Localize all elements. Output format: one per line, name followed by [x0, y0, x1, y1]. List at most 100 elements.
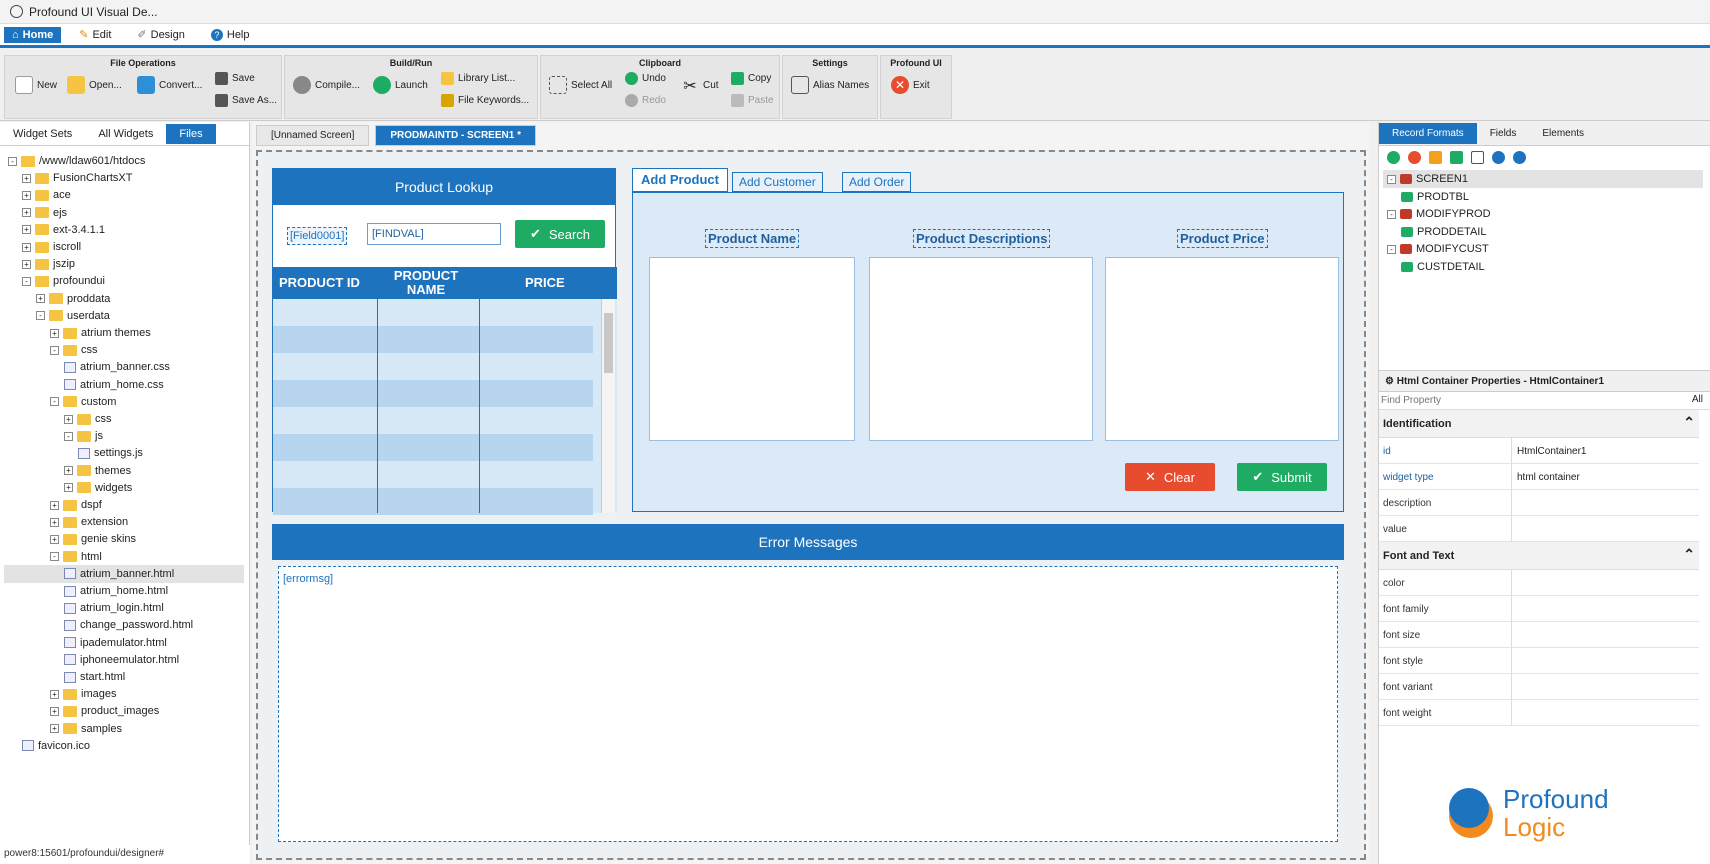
tab-record-formats[interactable]: Record Formats: [1379, 123, 1477, 144]
tree-file[interactable]: atrium_banner.css: [64, 358, 170, 376]
section-font-and-text[interactable]: Font and Text ⌃: [1379, 542, 1699, 570]
tree-folder[interactable]: + themes: [64, 462, 131, 480]
menu-design[interactable]: ✐ Design: [129, 26, 192, 43]
exit-button[interactable]: ✕ Exit: [891, 76, 930, 94]
move-up-icon[interactable]: [1492, 150, 1505, 164]
tree-folder[interactable]: + widgets: [64, 479, 132, 497]
tree-folder[interactable]: + images: [50, 685, 116, 703]
expand-icon[interactable]: +: [50, 328, 59, 338]
save-as-button[interactable]: Save As...: [215, 94, 277, 107]
record-format-item[interactable]: - SCREEN1: [1383, 170, 1703, 188]
convert-button[interactable]: Convert...: [137, 76, 202, 94]
checkbox-icon[interactable]: [1471, 150, 1484, 164]
undo-button[interactable]: Undo: [625, 72, 666, 85]
tree-folder[interactable]: + proddata: [36, 290, 110, 308]
record-field-item[interactable]: PRODDETAIL: [1401, 223, 1486, 241]
field-label[interactable]: [Field0001]: [287, 227, 348, 245]
tab-add-product[interactable]: Add Product: [632, 168, 728, 192]
tab-all-widgets[interactable]: All Widgets: [85, 124, 166, 144]
tab-elements[interactable]: Elements: [1529, 123, 1597, 144]
save-button[interactable]: Save: [215, 72, 255, 85]
property-row[interactable]: value: [1379, 516, 1699, 542]
collapse-icon[interactable]: -: [50, 345, 59, 355]
tree-folder[interactable]: + dspf: [50, 496, 102, 514]
table-row[interactable]: [273, 407, 593, 434]
product-grid[interactable]: PRODUCT ID PRODUCT NAME PRICE: [273, 267, 617, 515]
tree-folder[interactable]: + ace: [22, 186, 71, 204]
table-row[interactable]: [273, 353, 593, 380]
expand-icon[interactable]: +: [64, 483, 73, 493]
expand-icon[interactable]: +: [50, 534, 59, 544]
html-container[interactable]: [errormsg]: [278, 566, 1338, 842]
file-keywords-button[interactable]: File Keywords...: [441, 94, 529, 107]
menu-home[interactable]: ⌂ Home: [4, 26, 62, 43]
tab-fields[interactable]: Fields: [1477, 123, 1530, 144]
expand-icon[interactable]: +: [50, 500, 59, 510]
expand-icon[interactable]: +: [50, 517, 59, 527]
table-row[interactable]: [273, 326, 593, 353]
expand-icon[interactable]: +: [22, 242, 31, 252]
table-row[interactable]: [273, 488, 593, 515]
product-description-input[interactable]: [869, 257, 1093, 441]
table-row[interactable]: [273, 299, 593, 326]
tab-widget-sets[interactable]: Widget Sets: [0, 124, 85, 144]
table-row[interactable]: [273, 461, 593, 488]
compile-button[interactable]: Compile...: [293, 76, 360, 94]
property-value[interactable]: HtmlContainer1: [1517, 446, 1586, 457]
tree-folder[interactable]: - profoundui: [22, 272, 105, 290]
expand-icon[interactable]: +: [36, 294, 45, 304]
tree-folder[interactable]: - html: [50, 548, 102, 566]
expand-icon[interactable]: +: [50, 706, 59, 716]
tree-folder[interactable]: - css: [50, 341, 98, 359]
record-field-item[interactable]: CUSTDETAIL: [1401, 258, 1485, 276]
open-button[interactable]: Open...: [67, 76, 122, 94]
tab-add-customer[interactable]: Add Customer: [732, 172, 823, 192]
record-format-item[interactable]: - MODIFYPROD: [1387, 205, 1491, 223]
collapse-icon[interactable]: -: [50, 397, 59, 407]
grid-scrollbar[interactable]: [601, 299, 615, 513]
record-field-item[interactable]: PRODTBL: [1401, 188, 1469, 206]
expand-icon[interactable]: +: [64, 414, 73, 424]
product-price-input[interactable]: [1105, 257, 1339, 441]
tree-file[interactable]: favicon.ico: [22, 737, 90, 755]
tree-folder[interactable]: - js: [64, 427, 103, 445]
find-property-input[interactable]: [1381, 393, 1671, 408]
remove-icon[interactable]: [1408, 150, 1421, 164]
tree-folder[interactable]: + css: [64, 410, 112, 428]
property-row[interactable]: font style: [1379, 648, 1699, 674]
collapse-icon[interactable]: -: [22, 276, 31, 286]
tree-file[interactable]: ipademulator.html: [64, 634, 167, 652]
tree-folder[interactable]: + atrium themes: [50, 324, 151, 342]
property-row[interactable]: font variant: [1379, 674, 1699, 700]
property-row[interactable]: font weight: [1379, 700, 1699, 726]
menu-edit[interactable]: ✎ Edit: [71, 26, 119, 43]
tab-panel[interactable]: Add Product Add Customer Add Order Produ…: [632, 168, 1344, 512]
product-name-input[interactable]: [649, 257, 855, 441]
all-button[interactable]: All: [1692, 394, 1703, 405]
property-row[interactable]: font family: [1379, 596, 1699, 622]
tree-file[interactable]: atrium_home.css: [64, 376, 164, 394]
tree-file[interactable]: atrium_home.html: [64, 582, 168, 600]
property-row[interactable]: description: [1379, 490, 1699, 516]
expand-icon[interactable]: +: [64, 466, 73, 476]
tree-folder[interactable]: + ejs: [22, 204, 67, 222]
property-row[interactable]: color: [1379, 570, 1699, 596]
record-format-item[interactable]: - MODIFYCUST: [1387, 240, 1489, 258]
expand-icon[interactable]: +: [22, 190, 31, 200]
tree-file[interactable]: atrium_login.html: [64, 599, 164, 617]
tab-prodmaintd[interactable]: PRODMAINTD - SCREEN1 *: [375, 125, 536, 146]
table-row[interactable]: [273, 434, 593, 461]
expand-icon[interactable]: +: [22, 225, 31, 235]
alias-names-button[interactable]: Alias Names: [791, 76, 869, 94]
property-row[interactable]: id HtmlContainer1: [1379, 438, 1699, 464]
copy-icon[interactable]: [1450, 150, 1463, 164]
move-down-icon[interactable]: [1513, 150, 1526, 164]
tree-folder[interactable]: + extension: [50, 513, 128, 531]
collapse-icon[interactable]: -: [8, 156, 17, 166]
tree-file[interactable]: start.html: [64, 668, 125, 686]
tree-folder[interactable]: + ext-3.4.1.1: [22, 221, 105, 239]
expand-icon[interactable]: +: [50, 724, 59, 734]
collapse-icon[interactable]: -: [50, 552, 59, 562]
find-value-input[interactable]: [FINDVAL]: [367, 223, 501, 245]
expand-icon[interactable]: +: [50, 689, 59, 699]
